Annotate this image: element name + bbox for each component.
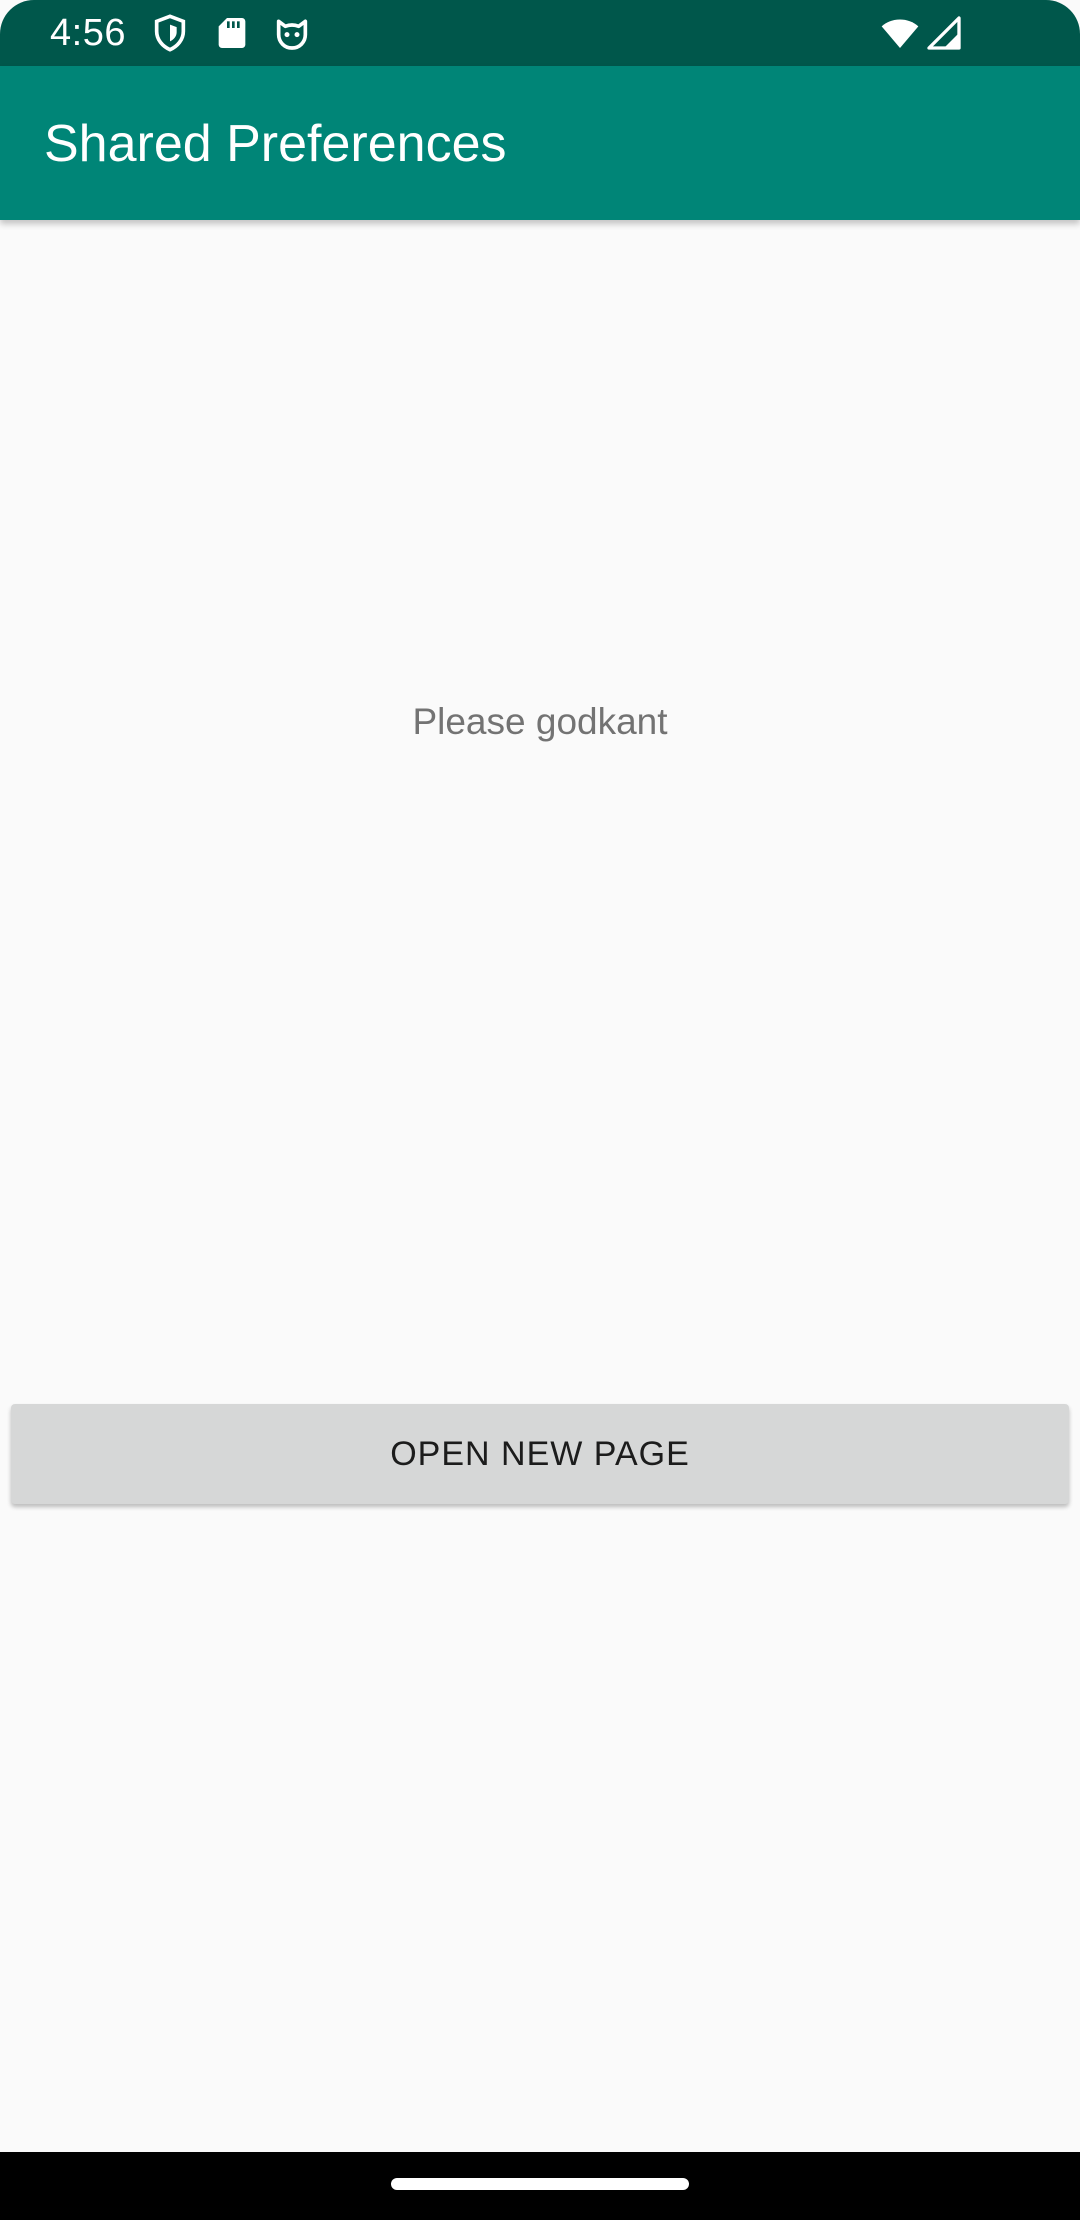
sd-card-icon (212, 13, 252, 53)
app-bar: Shared Preferences (0, 66, 1080, 220)
open-new-page-button[interactable]: OPEN NEW PAGE (11, 1404, 1069, 1504)
signal-icon (924, 13, 964, 53)
main-content: Please godkant OPEN NEW PAGE (0, 220, 1080, 2152)
cat-face-icon (272, 13, 312, 53)
status-time: 4:56 (50, 12, 126, 54)
shield-icon (150, 13, 190, 53)
message-text: Please godkant (412, 701, 668, 742)
navigation-bar (0, 2152, 1080, 2220)
status-bar: 4:56 (0, 0, 1080, 66)
home-gesture-handle[interactable] (391, 2178, 689, 2190)
app-title: Shared Preferences (44, 115, 507, 173)
wifi-icon (880, 13, 920, 53)
